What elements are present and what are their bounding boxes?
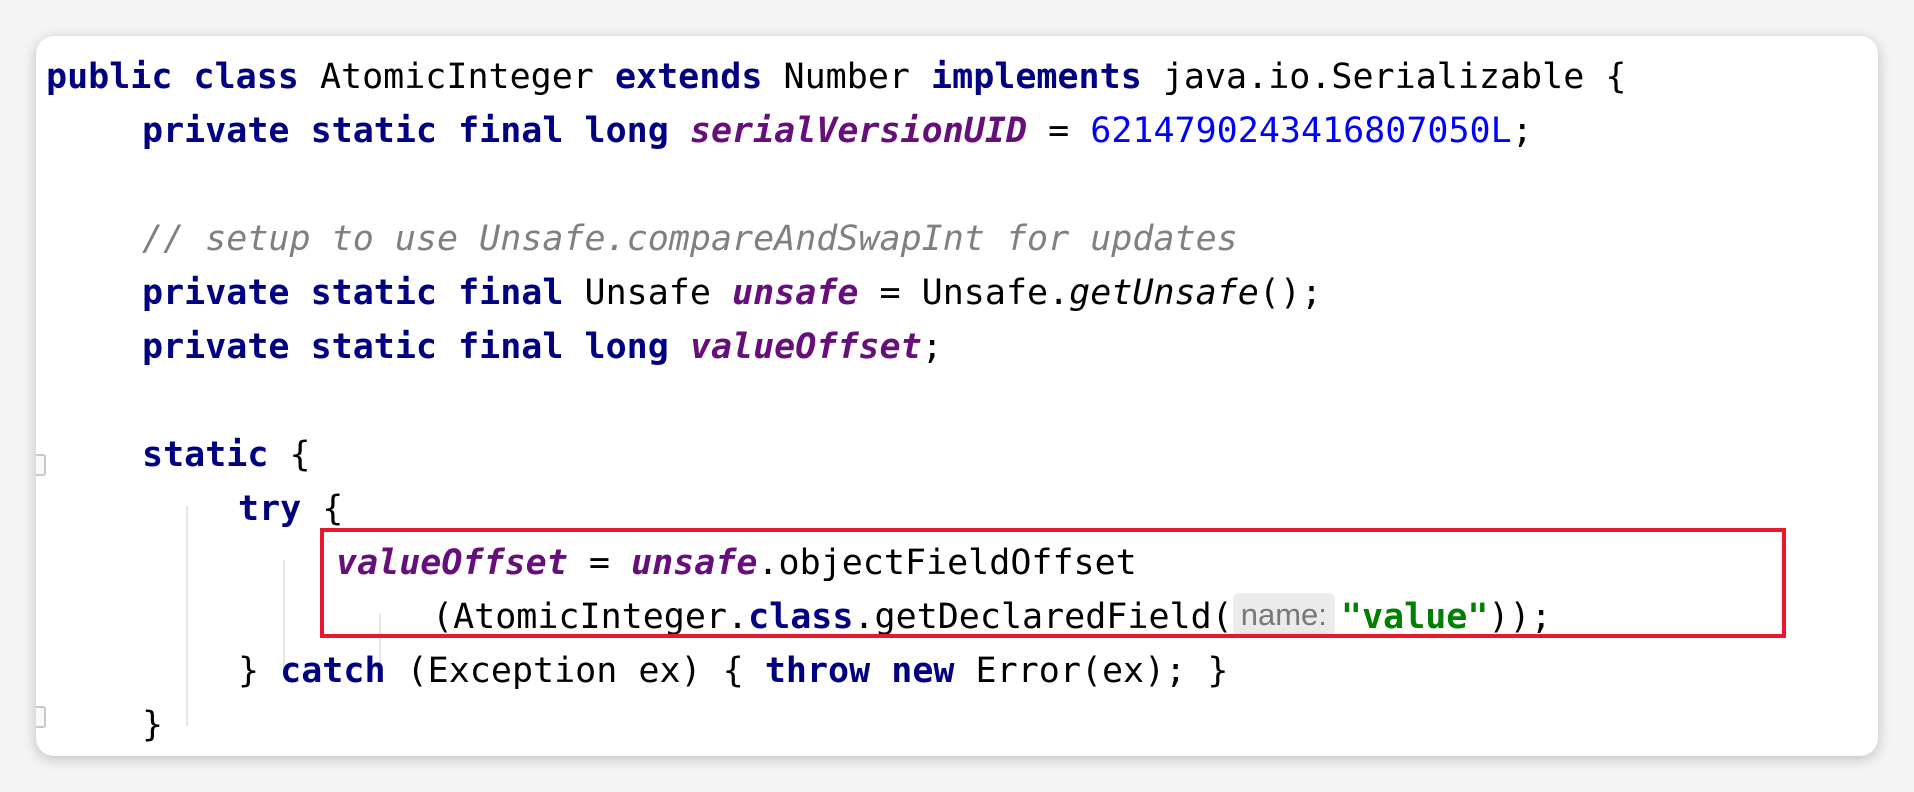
code-line-1: public class AtomicInteger extends Numbe… — [46, 50, 1626, 104]
method-call: getUnsafe — [1069, 273, 1259, 313]
class-name: AtomicInteger — [298, 57, 615, 97]
code-line-2: private static final long serialVersionU… — [142, 104, 1533, 158]
fold-marker-icon[interactable] — [36, 454, 46, 476]
field-name: serialVersionUID — [689, 111, 1028, 151]
code-editor: public class AtomicInteger extends Numbe… — [36, 36, 1878, 756]
code-line-static: static { — [142, 428, 311, 482]
keyword: private static final long — [142, 327, 669, 367]
indent-guide — [186, 506, 188, 726]
keyword: static — [142, 435, 269, 475]
keyword: implements — [931, 57, 1142, 97]
brace: { — [268, 435, 311, 475]
keyword: try — [238, 489, 302, 529]
punctuation: ; — [1511, 111, 1533, 151]
code-line-6: private static final long valueOffset; — [142, 320, 943, 374]
punctuation: (); — [1258, 273, 1323, 313]
keyword: catch — [280, 651, 386, 691]
code-line-close: } — [142, 698, 163, 752]
keyword: public class — [46, 57, 299, 97]
highlight-box — [320, 528, 1786, 638]
comment: // setup to use Unsafe.compareAndSwapInt… — [142, 219, 1238, 259]
code-snippet-card: public class AtomicInteger extends Numbe… — [36, 36, 1878, 756]
superclass-name: Number — [762, 57, 932, 97]
error-constructor: Error(ex); } — [954, 651, 1229, 691]
type-name: Unsafe — [563, 273, 733, 313]
number-literal: 6214790243416807050L — [1090, 111, 1512, 151]
field-name: unsafe — [732, 273, 859, 313]
code-line-5: private static final Unsafe unsafe = Uns… — [142, 266, 1322, 320]
brace: } — [142, 705, 164, 745]
code-line-catch: } catch (Exception ex) { throw new Error… — [238, 644, 1228, 698]
catch-clause: (Exception ex) { — [385, 651, 765, 691]
interface-name: java.io.Serializable { — [1141, 57, 1627, 97]
operator: = — [1027, 111, 1091, 151]
fold-marker-icon[interactable] — [36, 706, 46, 728]
brace: } — [238, 651, 281, 691]
punctuation: ; — [921, 327, 943, 367]
keyword: private static final long — [142, 111, 669, 151]
keyword: private static final — [142, 273, 564, 313]
keyword: throw new — [764, 651, 955, 691]
field-name: valueOffset — [689, 327, 922, 367]
operator: = Unsafe. — [858, 273, 1070, 313]
code-line-comment: // setup to use Unsafe.compareAndSwapInt… — [142, 212, 1238, 266]
keyword: extends — [614, 57, 763, 97]
brace: { — [301, 489, 344, 529]
